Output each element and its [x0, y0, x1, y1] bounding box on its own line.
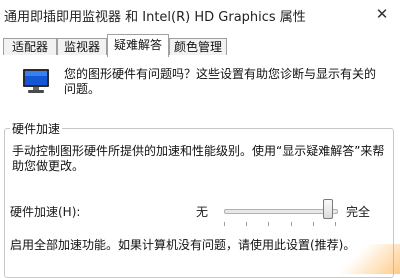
close-button[interactable]: ✕ — [372, 4, 392, 24]
slider-tick — [268, 222, 269, 226]
slider-tick — [313, 222, 314, 226]
window-title: 通用即插即用监视器 和 Intel(R) HD Graphics 属性 — [4, 10, 306, 25]
title-bar: 通用即插即用监视器 和 Intel(R) HD Graphics 属性 ✕ — [0, 0, 400, 30]
slider-tick — [224, 222, 225, 226]
intro-text: 您的图形硬件有问题吗？这些设置有助您诊断与显示有关的问题。 — [64, 67, 377, 96]
level-description: 启用全部加速功能。如果计算机没有问题，请使用此设置(推荐)。 — [10, 238, 356, 252]
monitor-icon — [23, 69, 49, 93]
tab-adapter[interactable]: 适配器 — [3, 38, 57, 55]
group-legend: 硬件加速 — [10, 120, 63, 137]
tab-color-management[interactable]: 颜色管理 — [169, 38, 227, 55]
acceleration-slider-track[interactable] — [224, 209, 338, 214]
slider-max-label: 完全 — [346, 205, 371, 219]
watermark-decoration — [340, 244, 400, 274]
slider-ticks — [224, 222, 336, 226]
acceleration-slider-thumb[interactable] — [323, 199, 333, 219]
acceleration-description: 手动控制图形硬件所提供的加速和性能级别。使用“显示疑难解答”来帮助您做更改。 — [12, 144, 385, 173]
slider-tick — [335, 222, 336, 226]
tab-monitor[interactable]: 监视器 — [57, 38, 107, 55]
slider-tick — [246, 222, 247, 226]
slider-label: 硬件加速(H): — [10, 205, 81, 219]
tab-strip: 适配器 监视器 疑难解答 颜色管理 — [0, 34, 400, 57]
slider-min-label: 无 — [196, 205, 209, 219]
slider-tick — [291, 222, 292, 226]
tab-troubleshoot[interactable]: 疑难解答 — [107, 34, 169, 57]
